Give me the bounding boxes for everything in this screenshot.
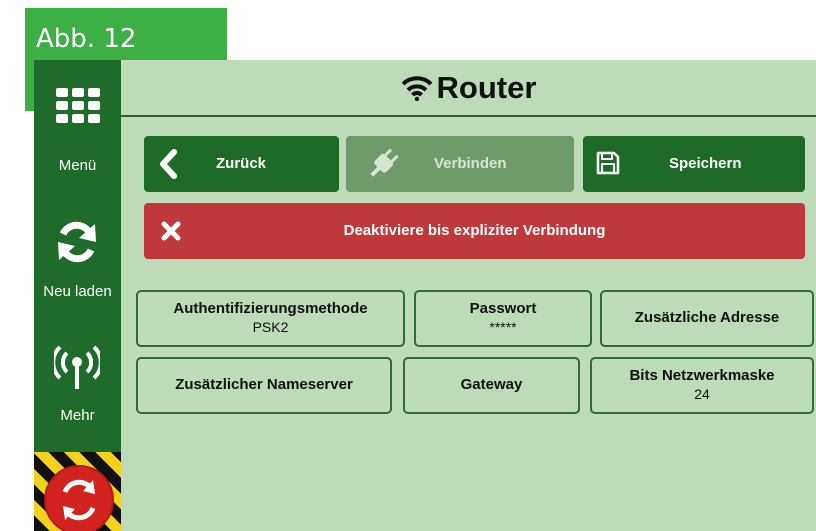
back-button-label: Zurück — [216, 155, 267, 172]
sidebar-item-label: Mehr — [60, 407, 95, 424]
field-additional-nameserver[interactable]: Zusätzlicher Nameserver — [136, 357, 392, 414]
emergency-stop-area — [34, 452, 121, 531]
back-button[interactable]: Zurück — [144, 136, 339, 192]
refresh-icon — [58, 221, 96, 263]
field-gateway[interactable]: Gateway — [403, 357, 580, 414]
plug-icon — [370, 148, 399, 177]
save-button-label: Speichern — [669, 155, 742, 172]
sidebar: Menü Neu laden Mehr — [34, 60, 121, 531]
status-alert-banner[interactable]: Deaktiviere bis expliziter Verbindung — [144, 203, 805, 259]
field-netmask-bits[interactable]: Bits Netzwerkmaske 24 — [590, 357, 814, 414]
field-value: ***** — [489, 319, 517, 335]
figure-label: Abb. 12 — [36, 24, 137, 54]
page-header: Router — [121, 60, 816, 117]
connect-button-label: Verbinden — [434, 155, 507, 172]
field-value: PSK2 — [252, 319, 289, 335]
field-password[interactable]: Passwort ***** — [414, 290, 592, 347]
chevron-left-icon — [160, 149, 177, 179]
field-label: Gateway — [460, 376, 523, 393]
sidebar-item-menu[interactable]: Menü — [34, 88, 121, 178]
floppy-disk-icon — [596, 151, 620, 175]
field-label: Passwort — [469, 300, 537, 317]
page-title: Router — [121, 70, 816, 106]
save-button[interactable]: Speichern — [583, 136, 805, 192]
sidebar-item-reload[interactable]: Neu laden — [34, 218, 121, 308]
connect-button[interactable]: Verbinden — [346, 136, 574, 192]
page-title-text: Router — [436, 70, 537, 105]
field-label: Bits Netzwerkmaske — [629, 367, 775, 384]
grid-menu-icon — [56, 88, 100, 123]
emergency-stop-icon — [62, 479, 96, 521]
alert-text: Deaktiviere bis expliziter Verbindung — [343, 222, 606, 239]
field-auth-method[interactable]: Authentifizierungsmethode PSK2 — [136, 290, 405, 347]
field-additional-address[interactable]: Zusätzliche Adresse — [600, 290, 814, 347]
sidebar-item-label: Neu laden — [43, 283, 112, 300]
antenna-icon — [54, 345, 100, 389]
field-label: Zusätzlicher Nameserver — [175, 376, 353, 393]
wifi-icon — [401, 76, 432, 102]
emergency-stop-button[interactable] — [44, 465, 114, 531]
field-label: Authentifizierungsmethode — [173, 300, 368, 317]
field-label: Zusätzliche Adresse — [634, 309, 780, 326]
sidebar-item-label: Menü — [58, 157, 97, 174]
field-value: 24 — [694, 386, 710, 402]
sidebar-item-more[interactable]: Mehr — [34, 345, 121, 425]
router-screen: Menü Neu laden Mehr Router Zurück Verbin… — [34, 60, 816, 531]
